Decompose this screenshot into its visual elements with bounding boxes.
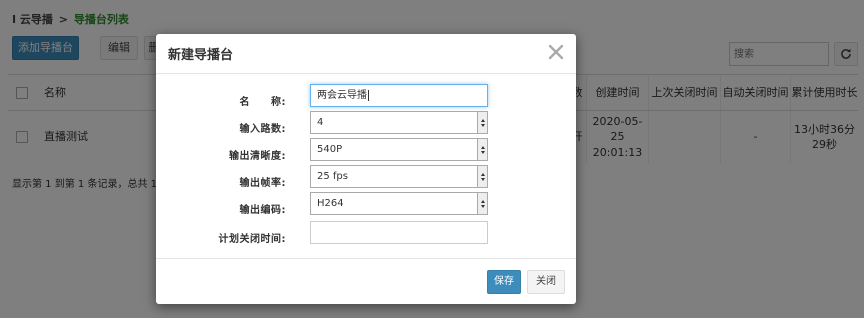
close-button[interactable]: 关闭	[527, 270, 565, 294]
select-arrow-icon	[477, 139, 487, 160]
resolution-value: 540P	[317, 144, 343, 155]
modal-footer: 保存 关闭	[156, 258, 576, 304]
close-x-icon	[548, 44, 564, 60]
codec-value: H264	[317, 198, 344, 209]
new-director-modal: 新建导播台 名 称: 两会云导播 输入路数: 4 输出清晰度: 540P 输出帧…	[156, 34, 576, 304]
frame-rate-value: 25 fps	[317, 171, 348, 182]
select-arrow-icon	[477, 112, 487, 133]
name-value: 两会云导播	[317, 90, 367, 101]
close-time-label: 计划关闭时间:	[218, 234, 286, 245]
select-arrow-icon	[477, 193, 487, 214]
codec-select[interactable]: H264	[310, 192, 488, 215]
save-button[interactable]: 保存	[487, 270, 521, 294]
input-count-label: 输入路数:	[239, 124, 286, 135]
close-time-input[interactable]	[310, 221, 488, 244]
frame-rate-label: 输出帧率:	[239, 178, 286, 189]
frame-rate-select[interactable]: 25 fps	[310, 165, 488, 188]
name-label: 名 称:	[239, 97, 286, 108]
resolution-label: 输出清晰度:	[229, 151, 286, 162]
name-input[interactable]: 两会云导播	[310, 84, 488, 107]
input-count-value: 4	[317, 117, 324, 128]
select-arrow-icon	[477, 166, 487, 187]
modal-header: 新建导播台	[156, 34, 576, 74]
codec-label: 输出编码:	[239, 205, 286, 216]
modal-close-button[interactable]	[546, 42, 566, 62]
modal-title: 新建导播台	[168, 48, 234, 63]
input-count-select[interactable]: 4	[310, 111, 488, 134]
resolution-select[interactable]: 540P	[310, 138, 488, 161]
text-cursor	[368, 90, 369, 101]
